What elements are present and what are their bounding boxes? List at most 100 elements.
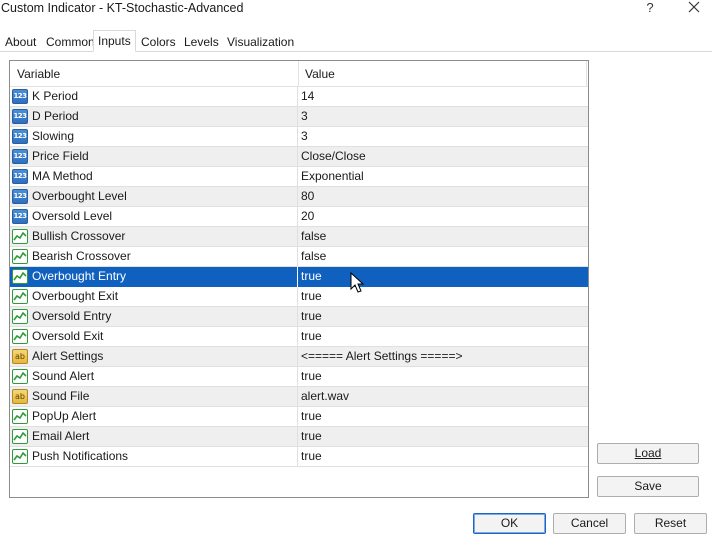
table-row[interactable]: ab Alert Settings <===== Alert Settings ==… <box>10 347 588 367</box>
tab-levels[interactable]: Levels <box>180 32 223 52</box>
variable-cell[interactable]: 123 Overbought Level <box>10 187 298 207</box>
value-cell[interactable]: true <box>299 427 588 447</box>
variable-cell[interactable]: Oversold Entry <box>10 307 298 327</box>
load-button[interactable]: Load <box>597 443 699 464</box>
variable-cell[interactable]: Overbought Exit <box>10 287 298 307</box>
number-icon: 123 <box>12 209 28 224</box>
variable-cell[interactable]: ab Sound File <box>10 387 298 407</box>
value-cell[interactable]: true <box>299 307 588 327</box>
reset-button[interactable]: Reset <box>634 513 707 534</box>
table-row[interactable]: Sound Alert true <box>10 367 588 387</box>
table-row[interactable]: Overbought Exit true <box>10 287 588 307</box>
boolean-icon <box>12 449 28 464</box>
variable-cell[interactable]: Oversold Exit <box>10 327 298 347</box>
value-label: true <box>301 289 322 303</box>
variable-label: Price Field <box>32 149 89 163</box>
variable-cell[interactable]: Bearish Crossover <box>10 247 298 267</box>
variable-cell[interactable]: 123 D Period <box>10 107 298 127</box>
table-row[interactable]: 123 Oversold Level 20 <box>10 207 588 227</box>
value-cell[interactable]: 3 <box>299 107 588 127</box>
variable-cell[interactable]: ab Alert Settings <box>10 347 298 367</box>
variable-cell[interactable]: PopUp Alert <box>10 407 298 427</box>
cancel-button[interactable]: Cancel <box>553 513 626 534</box>
save-button[interactable]: Save <box>597 476 699 497</box>
value-cell[interactable]: 3 <box>299 127 588 147</box>
table-row[interactable]: ab Sound File alert.wav <box>10 387 588 407</box>
table-row[interactable]: Email Alert true <box>10 427 588 447</box>
table-row[interactable]: Push Notifications true <box>10 447 588 467</box>
value-label: 3 <box>301 109 308 123</box>
variable-cell[interactable]: Email Alert <box>10 427 298 447</box>
mouse-pointer-icon <box>350 272 365 293</box>
value-label: false <box>301 249 327 263</box>
value-label: true <box>301 269 322 283</box>
tab-colors[interactable]: Colors <box>137 32 180 52</box>
header-variable[interactable]: Variable <box>17 61 60 87</box>
value-label: true <box>301 409 322 423</box>
close-button[interactable] <box>680 0 708 18</box>
variable-label: Overbought Exit <box>32 289 119 303</box>
variable-cell[interactable]: Sound Alert <box>10 367 298 387</box>
value-cell[interactable]: 80 <box>299 187 588 207</box>
table-row[interactable]: 123 Price Field Close/Close <box>10 147 588 167</box>
value-cell[interactable]: true <box>299 407 588 427</box>
boolean-icon <box>12 369 28 384</box>
inputs-table[interactable]: Variable Value 123 K Period 14 123 D Period 3… <box>9 60 589 498</box>
variable-cell[interactable]: 123 Price Field <box>10 147 298 167</box>
table-row[interactable]: 123 K Period 14 <box>10 87 588 107</box>
variable-label: Oversold Exit <box>32 329 104 343</box>
value-label: 80 <box>301 189 315 203</box>
value-cell[interactable]: false <box>299 227 588 247</box>
value-cell[interactable]: <===== Alert Settings =====> <box>299 347 588 367</box>
table-row[interactable]: 123 Overbought Level 80 <box>10 187 588 207</box>
value-cell[interactable]: false <box>299 247 588 267</box>
value-cell[interactable]: 14 <box>299 87 588 107</box>
table-row[interactable]: Oversold Exit true <box>10 327 588 347</box>
variable-cell[interactable]: Push Notifications <box>10 447 298 467</box>
help-button[interactable]: ? <box>641 0 659 18</box>
variable-cell[interactable]: 123 Oversold Level <box>10 207 298 227</box>
table-row[interactable]: Bearish Crossover false <box>10 247 588 267</box>
header-end-divider <box>586 61 587 87</box>
value-label: <===== Alert Settings =====> <box>301 349 463 363</box>
value-cell[interactable]: true <box>299 287 588 307</box>
variable-label: K Period <box>32 89 79 103</box>
variable-label: Sound File <box>32 389 90 403</box>
boolean-icon <box>12 249 28 264</box>
variable-label: Email Alert <box>32 429 90 443</box>
number-icon: 123 <box>12 109 28 124</box>
variable-cell[interactable]: Overbought Entry <box>10 267 298 287</box>
header-value[interactable]: Value <box>305 61 335 87</box>
value-cell[interactable]: true <box>299 267 588 287</box>
variable-label: D Period <box>32 109 79 123</box>
tab-inputs[interactable]: Inputs <box>93 30 136 52</box>
value-cell[interactable]: Exponential <box>299 167 588 187</box>
boolean-icon <box>12 409 28 424</box>
value-cell[interactable]: true <box>299 367 588 387</box>
table-row[interactable]: 123 Slowing 3 <box>10 127 588 147</box>
variable-cell[interactable]: 123 K Period <box>10 87 298 107</box>
variable-cell[interactable]: 123 Slowing <box>10 127 298 147</box>
ok-button[interactable]: OK <box>473 513 546 534</box>
tab-about[interactable]: About <box>1 32 41 52</box>
value-cell[interactable]: true <box>299 447 588 467</box>
value-cell[interactable]: true <box>299 327 588 347</box>
value-cell[interactable]: alert.wav <box>299 387 588 407</box>
tab-visualization[interactable]: Visualization <box>223 32 299 52</box>
close-icon <box>688 1 700 13</box>
table-row[interactable]: PopUp Alert true <box>10 407 588 427</box>
table-row[interactable]: 123 D Period 3 <box>10 107 588 127</box>
value-label: Exponential <box>301 169 364 183</box>
table-row[interactable]: Overbought Entry true <box>10 267 588 287</box>
boolean-icon <box>12 329 28 344</box>
table-row[interactable]: Bullish Crossover false <box>10 227 588 247</box>
variable-cell[interactable]: 123 MA Method <box>10 167 298 187</box>
value-cell[interactable]: Close/Close <box>299 147 588 167</box>
variable-cell[interactable]: Bullish Crossover <box>10 227 298 247</box>
number-icon: 123 <box>12 129 28 144</box>
table-row[interactable]: 123 MA Method Exponential <box>10 167 588 187</box>
table-row[interactable]: Oversold Entry true <box>10 307 588 327</box>
tab-common[interactable]: Common <box>42 32 99 52</box>
value-cell[interactable]: 20 <box>299 207 588 227</box>
boolean-icon <box>12 269 28 284</box>
